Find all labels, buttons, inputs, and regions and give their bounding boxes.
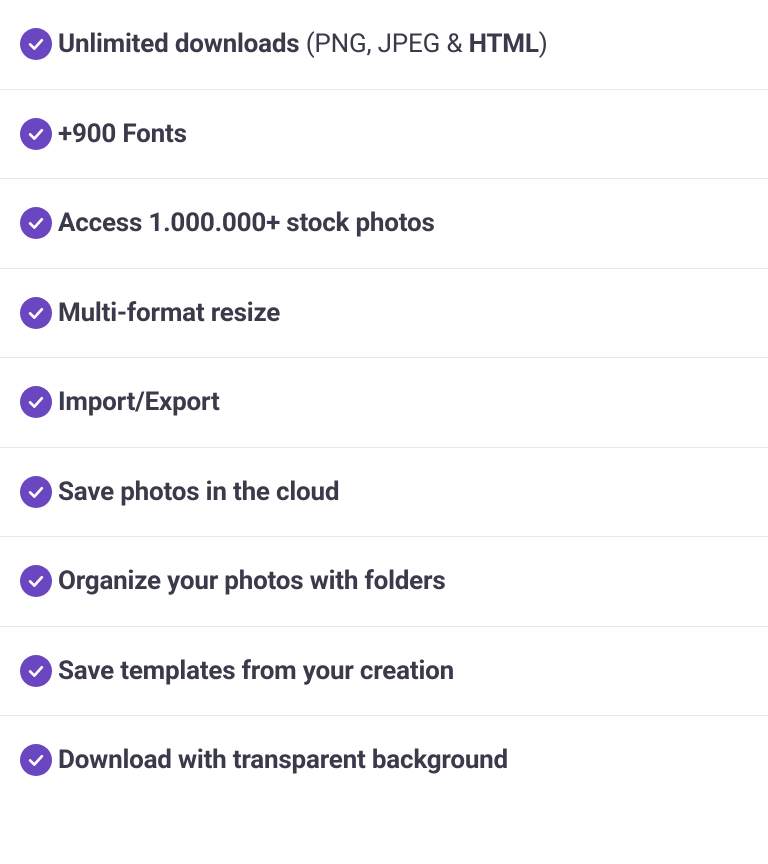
feature-row: Multi-format resize — [0, 269, 768, 359]
text-segment: Multi-format resize — [58, 298, 280, 328]
feature-row: Import/Export — [0, 358, 768, 448]
feature-row: Download with transparent background — [0, 716, 768, 805]
check-icon — [20, 655, 52, 687]
feature-row: Save templates from your creation — [0, 627, 768, 717]
feature-text: Download with transparent background — [58, 744, 508, 777]
feature-row: Save photos in the cloud — [0, 448, 768, 538]
text-segment: Save photos in the cloud — [58, 477, 339, 507]
text-segment: ) — [539, 29, 548, 59]
feature-row: +900 Fonts — [0, 90, 768, 180]
text-segment: Organize your photos with folders — [58, 566, 446, 596]
feature-row: Unlimited downloads (PNG, JPEG & HTML) — [0, 0, 768, 90]
feature-text: Unlimited downloads (PNG, JPEG & HTML) — [58, 28, 548, 61]
text-segment: Save templates from your creation — [58, 656, 454, 686]
text-segment: Unlimited downloads — [58, 29, 299, 59]
text-segment: HTML — [469, 29, 539, 59]
feature-list: Unlimited downloads (PNG, JPEG & HTML) +9… — [0, 0, 768, 805]
check-icon — [20, 386, 52, 418]
text-segment: Import/Export — [58, 387, 220, 417]
check-icon — [20, 118, 52, 150]
check-icon — [20, 28, 52, 60]
feature-text: Organize your photos with folders — [58, 565, 446, 598]
check-icon — [20, 297, 52, 329]
text-segment: Access 1.000.000+ stock photos — [58, 208, 435, 238]
text-segment: Download with transparent background — [58, 745, 508, 775]
text-segment: +900 Fonts — [58, 119, 187, 149]
text-segment: (PNG, JPEG & — [299, 29, 468, 59]
feature-row: Access 1.000.000+ stock photos — [0, 179, 768, 269]
check-icon — [20, 207, 52, 239]
feature-row: Organize your photos with folders — [0, 537, 768, 627]
feature-text: Import/Export — [58, 386, 220, 419]
feature-text: +900 Fonts — [58, 118, 187, 151]
feature-text: Save photos in the cloud — [58, 476, 339, 509]
check-icon — [20, 744, 52, 776]
feature-text: Access 1.000.000+ stock photos — [58, 207, 435, 240]
feature-text: Multi-format resize — [58, 297, 280, 330]
check-icon — [20, 476, 52, 508]
check-icon — [20, 565, 52, 597]
feature-text: Save templates from your creation — [58, 655, 454, 688]
